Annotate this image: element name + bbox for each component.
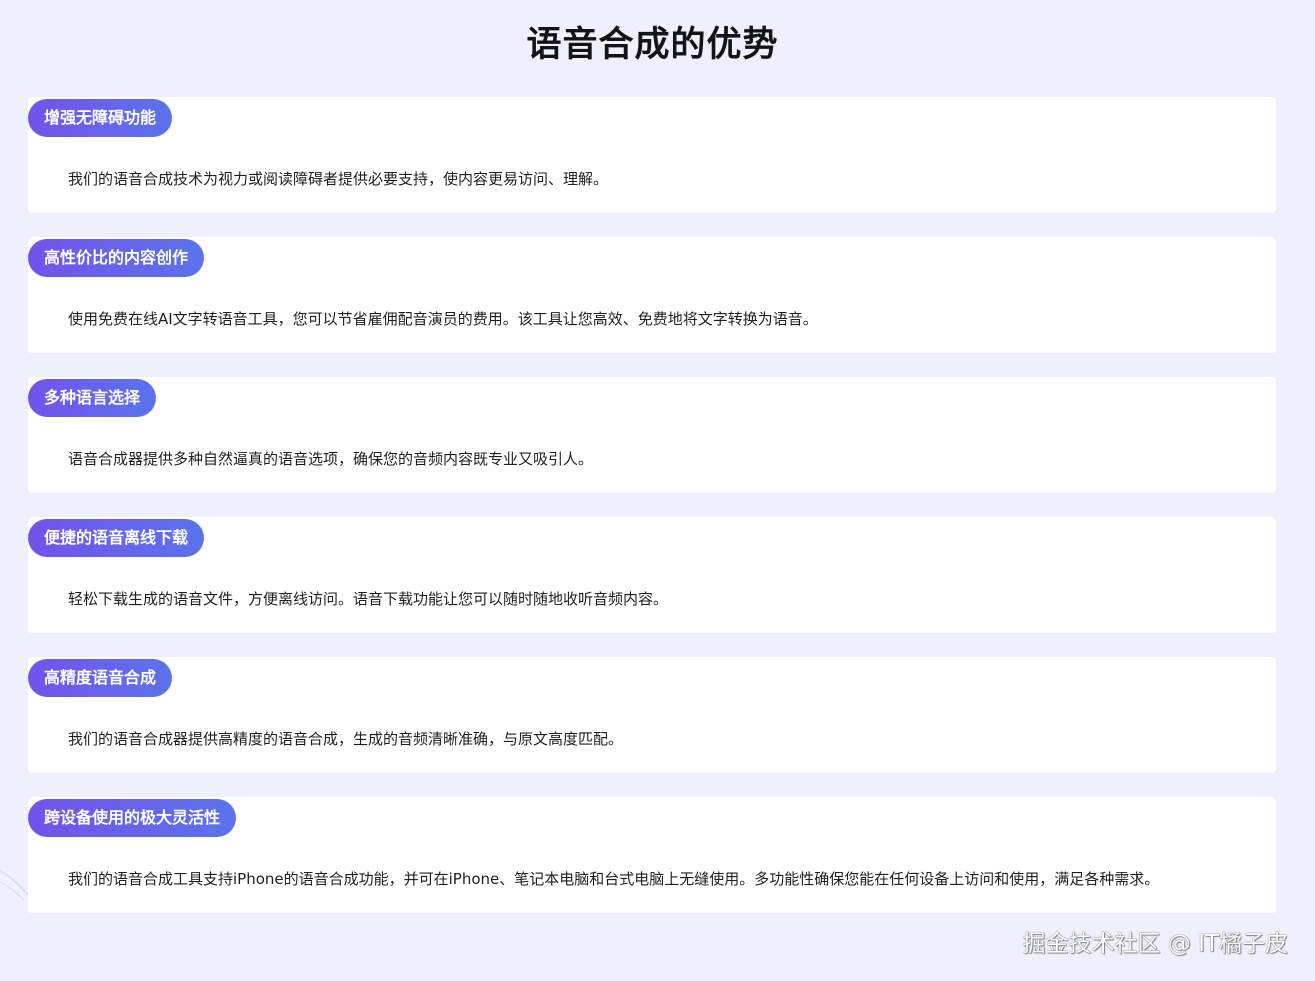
page-title: 语音合成的优势 xyxy=(526,25,779,65)
feature-tag: 高精度语音合成 xyxy=(28,659,173,697)
feature-tag: 便捷的语音离线下载 xyxy=(28,519,205,557)
watermark: 掘金技术社区 @ IT橘子皮 xyxy=(1022,931,1288,957)
decorative-lines xyxy=(0,869,29,901)
feature-description: 轻松下载生成的语音文件，方便离线访问。语音下载功能让您可以随时随地收听音频内容。 xyxy=(68,590,669,608)
feature-tag: 跨设备使用的极大灵活性 xyxy=(28,799,237,837)
feature-tag: 增强无障碍功能 xyxy=(28,99,173,137)
feature-tag: 高性价比的内容创作 xyxy=(28,239,205,277)
feature-description: 我们的语音合成器提供高精度的语音合成，生成的音频清晰准确，与原文高度匹配。 xyxy=(68,730,624,748)
feature-card-cost-effective: 高性价比的内容创作 使用免费在线AI文字转语音工具，您可以节省雇佣配音演员的费用… xyxy=(28,237,1276,353)
feature-description: 语音合成器提供多种自然逼真的语音选项，确保您的音频内容既专业又吸引人。 xyxy=(68,450,594,468)
feature-card-cross-device: 跨设备使用的极大灵活性 我们的语音合成工具支持iPhone的语音合成功能，并可在… xyxy=(28,797,1276,913)
feature-card-high-accuracy: 高精度语音合成 我们的语音合成器提供高精度的语音合成，生成的音频清晰准确，与原文… xyxy=(28,657,1276,773)
feature-description: 使用免费在线AI文字转语音工具，您可以节省雇佣配音演员的费用。该工具让您高效、免… xyxy=(68,310,818,328)
feature-card-languages: 多种语言选择 语音合成器提供多种自然逼真的语音选项，确保您的音频内容既专业又吸引… xyxy=(28,377,1276,493)
feature-card-accessibility: 增强无障碍功能 我们的语音合成技术为视力或阅读障碍者提供必要支持，使内容更易访问… xyxy=(28,97,1276,213)
feature-description: 我们的语音合成技术为视力或阅读障碍者提供必要支持，使内容更易访问、理解。 xyxy=(68,170,609,188)
feature-tag: 多种语言选择 xyxy=(28,379,157,417)
feature-card-offline-download: 便捷的语音离线下载 轻松下载生成的语音文件，方便离线访问。语音下载功能让您可以随… xyxy=(28,517,1276,633)
feature-description: 我们的语音合成工具支持iPhone的语音合成功能，并可在iPhone、笔记本电脑… xyxy=(68,870,1160,888)
